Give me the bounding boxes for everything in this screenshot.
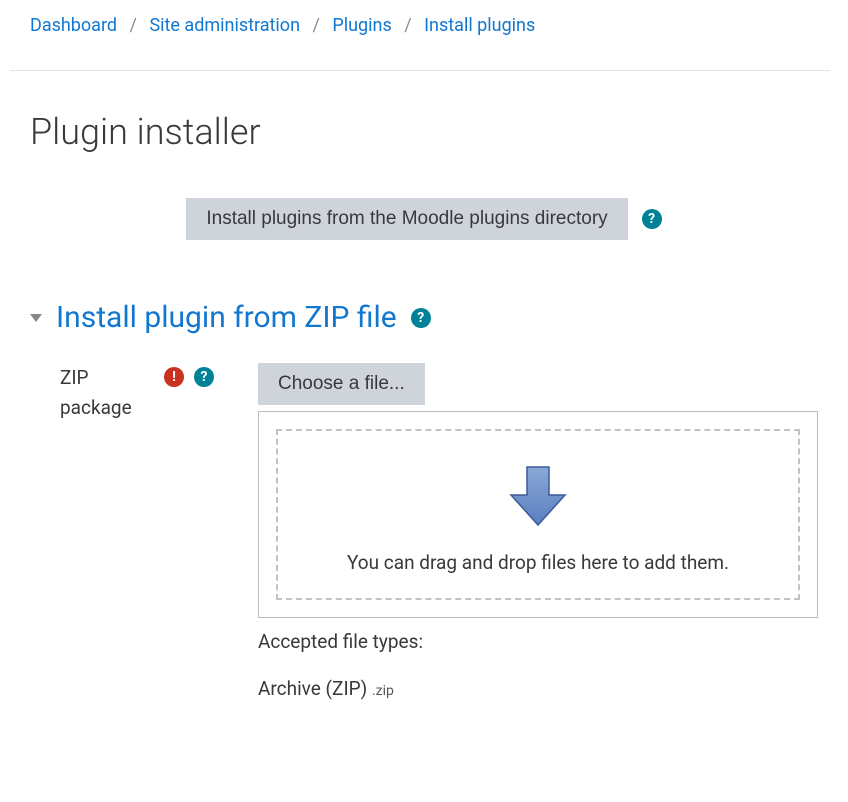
accepted-type-name: Archive (ZIP) bbox=[258, 677, 367, 700]
install-from-directory-button[interactable]: Install plugins from the Moodle plugins … bbox=[186, 198, 627, 240]
breadcrumb-item-plugins[interactable]: Plugins bbox=[332, 15, 391, 36]
breadcrumb-separator: / bbox=[130, 15, 137, 36]
section-title-link[interactable]: Install plugin from ZIP file bbox=[56, 300, 397, 335]
page-title: Plugin installer bbox=[30, 111, 818, 153]
breadcrumb-item-dashboard[interactable]: Dashboard bbox=[30, 15, 117, 36]
help-icon[interactable]: ? bbox=[194, 367, 214, 387]
file-dropzone[interactable]: You can drag and drop files here to add … bbox=[276, 429, 800, 600]
breadcrumb: Dashboard / Site administration / Plugin… bbox=[0, 0, 848, 48]
breadcrumb-item-site-administration[interactable]: Site administration bbox=[149, 15, 300, 36]
required-icon: ! bbox=[164, 367, 184, 387]
accepted-types-label: Accepted file types: bbox=[258, 630, 818, 653]
zip-package-label: ZIP package bbox=[60, 363, 150, 424]
help-icon[interactable]: ? bbox=[411, 308, 431, 328]
collapsible-section-header[interactable]: Install plugin from ZIP file ? bbox=[30, 300, 818, 335]
breadcrumb-separator: / bbox=[312, 15, 319, 36]
accepted-type-ext: .zip bbox=[372, 683, 394, 699]
breadcrumb-separator: / bbox=[404, 15, 411, 36]
help-icon[interactable]: ? bbox=[642, 209, 662, 229]
file-picker: You can drag and drop files here to add … bbox=[258, 411, 818, 618]
dropzone-text: You can drag and drop files here to add … bbox=[288, 551, 788, 574]
accepted-types: Archive (ZIP) .zip bbox=[258, 677, 818, 700]
download-arrow-icon bbox=[503, 461, 573, 535]
choose-file-button[interactable]: Choose a file... bbox=[258, 363, 425, 405]
breadcrumb-item-install-plugins[interactable]: Install plugins bbox=[424, 15, 535, 36]
caret-down-icon bbox=[30, 314, 42, 322]
